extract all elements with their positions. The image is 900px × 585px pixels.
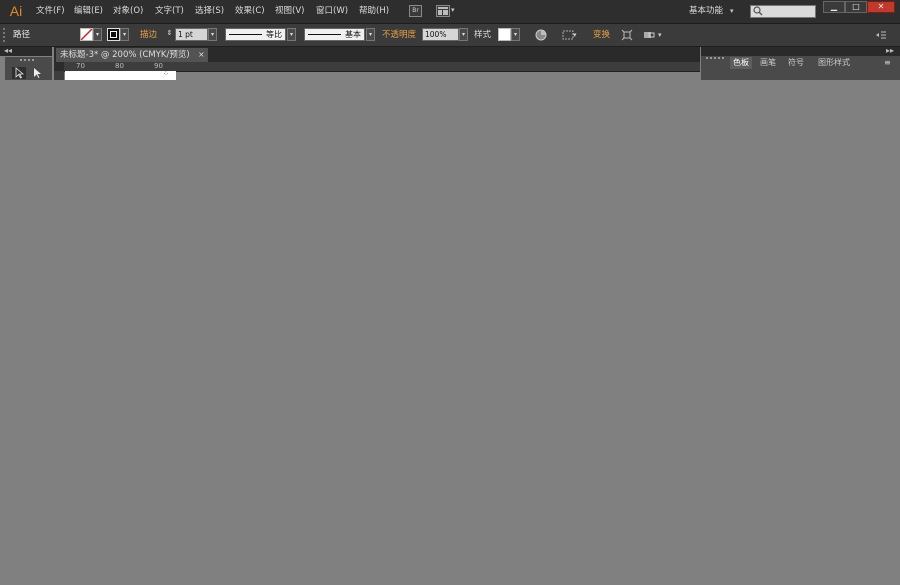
selection-mode-label: 路径 <box>13 30 31 40</box>
ruler-tick-label: 80 <box>115 62 124 70</box>
make-mask-icon[interactable] <box>642 28 656 42</box>
isolate-icon[interactable] <box>620 28 634 42</box>
selection-arrow-icon[interactable] <box>12 67 26 79</box>
direct-selection-arrow-icon[interactable] <box>30 67 44 79</box>
arrange-documents-icon[interactable] <box>436 5 450 17</box>
panel-group-grip[interactable] <box>706 57 724 63</box>
opacity-link[interactable]: 不透明度 <box>382 24 416 46</box>
profile-label: 等比 <box>266 30 282 39</box>
workspace-switcher[interactable]: 基本功能 <box>689 0 723 23</box>
vertical-ruler <box>54 71 64 80</box>
maximize-button[interactable]: □ <box>845 1 867 13</box>
ruler-tick-label: 90 <box>154 62 163 70</box>
tab-swatches[interactable]: 色板 <box>730 57 752 69</box>
menu-select[interactable]: 选择(S) <box>195 0 224 23</box>
ruler-tick-label: 70 <box>76 62 85 70</box>
minimize-button[interactable]: ▁ <box>823 1 845 13</box>
menu-object[interactable]: 对象(O) <box>113 0 143 23</box>
brush-label: 基本 <box>345 30 361 39</box>
graphic-style-caret-icon[interactable]: ▾ <box>511 28 520 41</box>
control-panel-menu-icon[interactable] <box>874 28 888 42</box>
artboard[interactable] <box>65 71 176 80</box>
fill-swatch[interactable] <box>80 28 93 41</box>
app-logo: Ai <box>9 3 23 19</box>
align-caret-icon[interactable]: ▾ <box>573 28 577 42</box>
tab-graphic-styles[interactable]: 图形样式 <box>818 57 850 69</box>
opacity-field[interactable]: 100% <box>422 28 459 41</box>
stroke-caret-icon[interactable]: ▾ <box>120 28 129 41</box>
menu-help[interactable]: 帮助(H) <box>359 0 389 23</box>
collapse-left-icon[interactable]: ◂◂ <box>4 46 12 56</box>
tools-panel-grip[interactable] <box>20 59 34 64</box>
stroke-weight-caret-icon[interactable]: ▾ <box>208 28 217 41</box>
pixel-grid-icon: ⁘ <box>163 70 169 78</box>
opacity-caret-icon[interactable]: ▾ <box>459 28 468 41</box>
close-tab-icon[interactable]: × <box>198 48 206 62</box>
tab-brushes[interactable]: 画笔 <box>760 57 776 69</box>
mask-caret-icon[interactable]: ▾ <box>658 28 662 42</box>
stroke-link[interactable]: 描边 <box>140 24 157 46</box>
brush-definition[interactable]: 基本 <box>304 28 365 41</box>
fill-caret-icon[interactable]: ▾ <box>93 28 102 41</box>
document-tab[interactable]: 未标题-3* @ 200% (CMYK/预览) <box>56 48 208 62</box>
graphic-style-swatch[interactable] <box>498 28 511 41</box>
menu-file[interactable]: 文件(F) <box>36 0 65 23</box>
tab-symbols[interactable]: 符号 <box>788 57 804 69</box>
workspace-caret-icon[interactable]: ▾ <box>730 0 734 23</box>
panel-menu-icon[interactable]: ≡ <box>884 57 891 69</box>
profile-caret-icon[interactable]: ▾ <box>287 28 296 41</box>
collapse-right-icon[interactable]: ▸▸ <box>886 46 894 56</box>
arrange-caret-icon[interactable]: ▾ <box>451 6 455 14</box>
menu-view[interactable]: 视图(V) <box>275 0 304 23</box>
menu-edit[interactable]: 编辑(E) <box>74 0 103 23</box>
ruler-origin[interactable] <box>54 62 64 71</box>
recolor-artwork-icon[interactable] <box>534 28 548 42</box>
transform-link[interactable]: 变换 <box>593 24 610 46</box>
stroke-swatch[interactable] <box>107 28 120 41</box>
search-icon <box>752 5 764 17</box>
right-panel-header <box>701 47 900 56</box>
menu-effect[interactable]: 效果(C) <box>235 0 265 23</box>
style-label: 样式 <box>474 30 492 40</box>
brush-caret-icon[interactable]: ▾ <box>366 28 375 41</box>
close-window-button[interactable]: ✕ <box>867 1 895 13</box>
variable-width-profile[interactable]: 等比 <box>225 28 286 41</box>
bridge-button[interactable]: Br <box>409 5 422 17</box>
menu-type[interactable]: 文字(T) <box>155 0 184 23</box>
control-bar-grip[interactable] <box>3 28 8 42</box>
canvas-area[interactable] <box>0 81 900 585</box>
stroke-weight-field[interactable]: 1 pt <box>175 28 208 41</box>
stroke-weight-stepper[interactable]: ⇕ <box>165 28 174 41</box>
menu-window[interactable]: 窗口(W) <box>316 0 348 23</box>
